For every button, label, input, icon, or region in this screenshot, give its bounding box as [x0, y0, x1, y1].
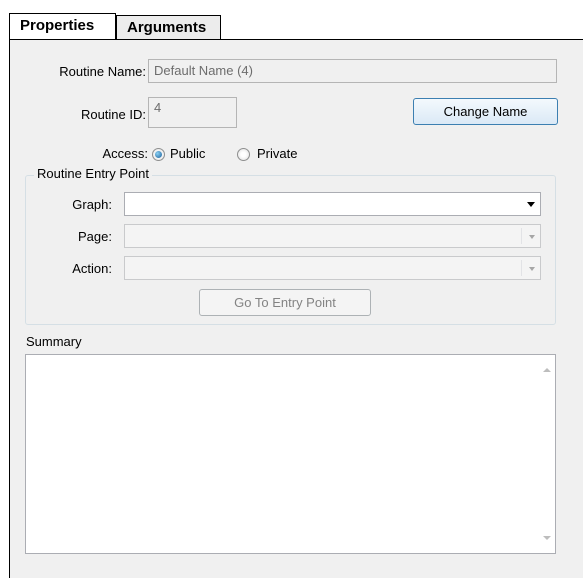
dropdown-separator — [521, 260, 522, 276]
routine-name-label: Routine Name: — [59, 64, 146, 79]
radio-selected-dot — [155, 151, 162, 158]
routine-id-field[interactable]: 4 — [148, 97, 237, 128]
chevron-down-icon[interactable] — [529, 267, 535, 271]
chevron-down-icon[interactable] — [529, 235, 535, 239]
access-label: Access: — [102, 146, 148, 161]
scroll-down-icon[interactable] — [543, 536, 551, 540]
change-name-button[interactable]: Change Name — [413, 98, 558, 125]
go-to-entry-point-button[interactable]: Go To Entry Point — [199, 289, 371, 316]
tab-arguments[interactable]: Arguments — [116, 15, 221, 39]
action-dropdown[interactable] — [124, 256, 541, 280]
access-private-radio[interactable] — [237, 148, 250, 161]
summary-label: Summary — [26, 334, 82, 349]
action-label: Action: — [72, 261, 112, 276]
summary-scrollbar[interactable] — [537, 355, 555, 553]
chevron-down-icon[interactable] — [527, 202, 535, 207]
page-label: Page: — [78, 229, 112, 244]
summary-textarea[interactable] — [25, 354, 556, 554]
graph-label: Graph: — [72, 197, 112, 212]
tab-properties[interactable]: Properties — [9, 13, 116, 39]
routine-id-label: Routine ID: — [80, 107, 146, 122]
access-public-radio[interactable] — [152, 148, 165, 161]
routine-name-field[interactable]: Default Name (4) — [148, 59, 557, 83]
scroll-up-icon[interactable] — [543, 368, 551, 372]
graph-dropdown[interactable] — [124, 192, 541, 216]
access-public-label[interactable]: Public — [170, 146, 205, 161]
routine-entry-point-title: Routine Entry Point — [34, 166, 153, 181]
dropdown-separator — [521, 228, 522, 244]
access-private-label[interactable]: Private — [257, 146, 297, 161]
page-dropdown[interactable] — [124, 224, 541, 248]
